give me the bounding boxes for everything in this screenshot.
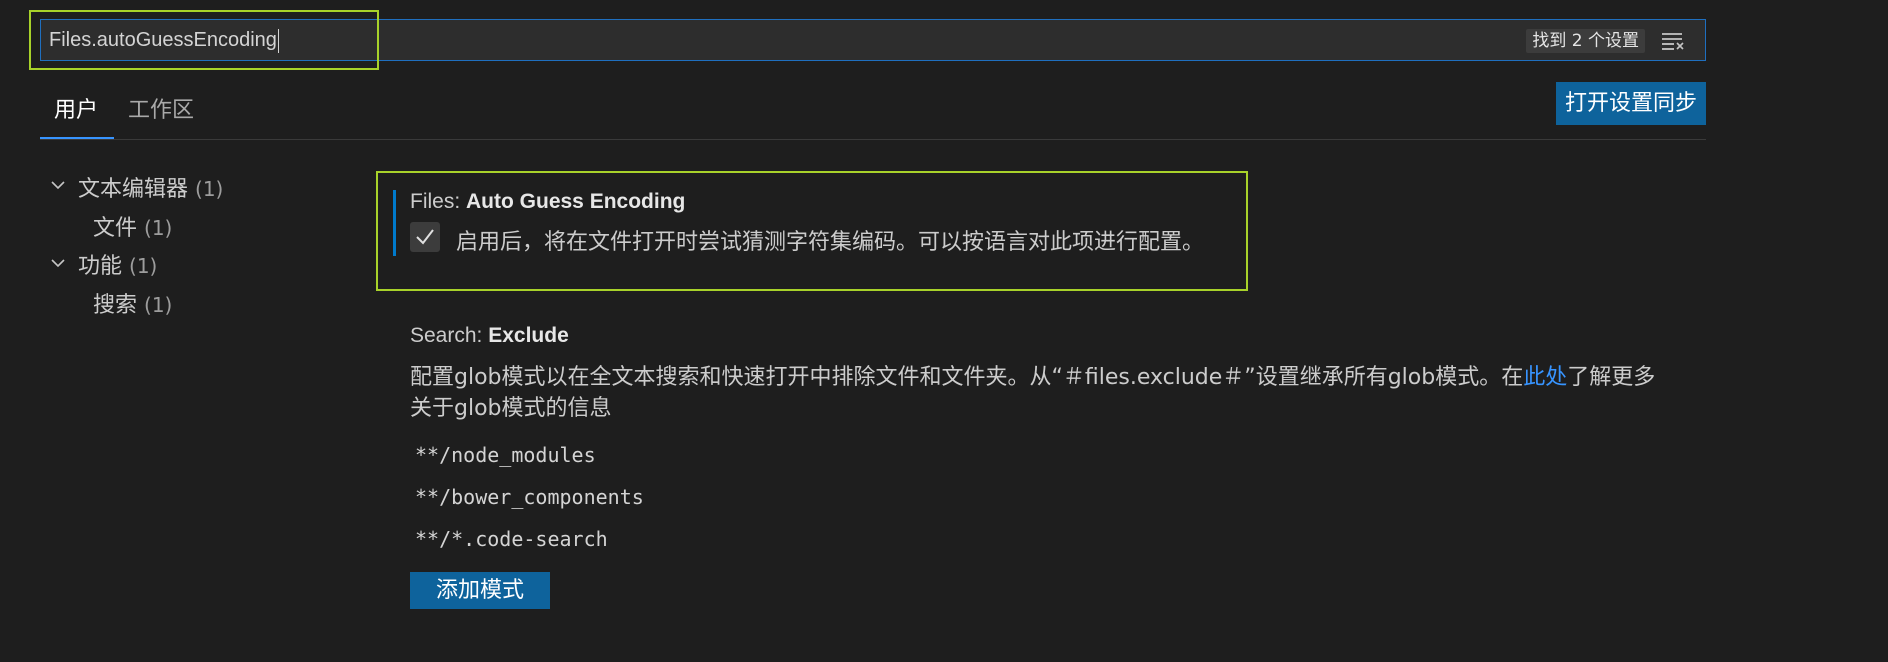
setting-description-line-2: 关于glob模式的信息	[410, 396, 612, 421]
setting-title-search-exclude: Search: Exclude	[410, 324, 569, 348]
toc-item-label: 搜索	[93, 293, 138, 318]
active-tab-indicator	[40, 137, 114, 139]
auto-guess-encoding-checkbox[interactable]	[410, 222, 440, 252]
tab-workspace[interactable]: 工作区	[128, 92, 194, 124]
setting-focus-indicator	[393, 190, 396, 256]
exclude-pattern-item[interactable]: **/*.code-search	[415, 527, 608, 551]
chevron-down-icon[interactable]	[51, 256, 65, 270]
tabs-divider	[40, 139, 1706, 140]
toc-item-features[interactable]: 功能 (1)	[78, 248, 157, 280]
toc-item-files[interactable]: 文件 (1)	[93, 210, 172, 242]
toc-item-label: 文件	[93, 216, 138, 241]
toc-item-count: (1)	[144, 216, 173, 240]
toc-item-text-editor[interactable]: 文本编辑器 (1)	[78, 171, 223, 203]
setting-description: 启用后，将在文件打开时尝试猜测字符集编码。可以按语言对此项进行配置。	[456, 230, 1205, 255]
setting-name: Exclude	[488, 324, 569, 347]
search-results-badge: 找到 2 个设置	[1526, 29, 1645, 53]
toc-item-count: (1)	[144, 293, 173, 317]
setting-title-auto-guess-encoding: Files: Auto Guess Encoding	[410, 190, 685, 214]
filter-lines-icon[interactable]	[1661, 32, 1685, 50]
toc-item-search[interactable]: 搜索 (1)	[93, 287, 172, 319]
setting-name: Auto Guess Encoding	[466, 190, 686, 213]
check-icon	[416, 229, 434, 245]
exclude-pattern-item[interactable]: **/bower_components	[415, 485, 644, 509]
toc-item-count: (1)	[195, 177, 224, 201]
toc-item-label: 功能	[78, 254, 123, 279]
setting-description-line-1: 配置glob模式以在全文本搜索和快速打开中排除文件和文件夹。从“＃files.e…	[410, 359, 1655, 391]
description-text: 了解更多	[1567, 365, 1656, 390]
toc-item-label: 文本编辑器	[78, 177, 189, 202]
add-pattern-button[interactable]: 添加模式	[410, 572, 550, 609]
glob-patterns-link[interactable]: 此处	[1523, 365, 1567, 390]
toc-item-count: (1)	[129, 254, 158, 278]
description-text: 配置glob模式以在全文本搜索和快速打开中排除文件和文件夹。从“＃files.e…	[410, 365, 1524, 390]
chevron-down-icon[interactable]	[51, 178, 65, 192]
turn-on-settings-sync-button[interactable]: 打开设置同步	[1556, 82, 1706, 125]
setting-category: Search:	[410, 324, 489, 347]
setting-category: Files:	[410, 190, 467, 213]
tab-user[interactable]: 用户	[54, 92, 98, 124]
search-highlight-box	[29, 10, 379, 70]
exclude-pattern-item[interactable]: **/node_modules	[415, 443, 596, 467]
